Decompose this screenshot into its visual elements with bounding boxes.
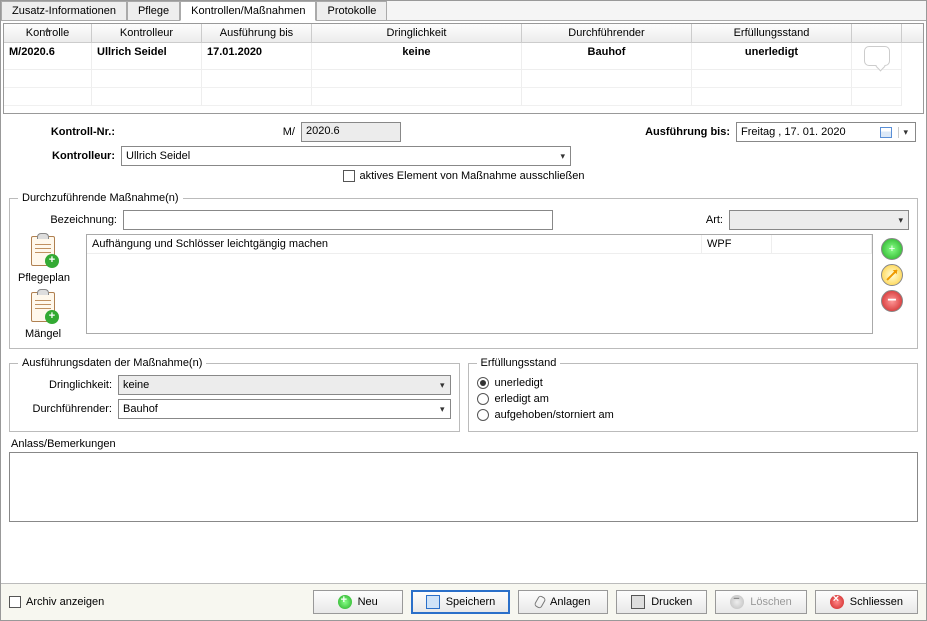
delete-icon (730, 595, 744, 609)
chevron-down-icon: ▾ (898, 127, 911, 138)
radio-icon (477, 393, 489, 405)
kontrollnr-field: 2020.6 (301, 122, 401, 142)
speichern-button[interactable]: Speichern (411, 590, 511, 614)
col-kontrolle[interactable]: ▲Kontrolle (4, 24, 92, 42)
comment-icon[interactable] (852, 43, 902, 70)
radio-erledigt[interactable]: erledigt am (477, 391, 910, 407)
save-icon (426, 595, 440, 609)
ausfuehrungsdaten-group: Ausführungsdaten der Maßnahme(n) Dringli… (9, 357, 460, 432)
col-comment (852, 24, 902, 42)
edit-button[interactable] (881, 264, 903, 286)
chevron-down-icon: ▾ (895, 215, 906, 226)
col-dringlichkeit[interactable]: Dringlichkeit (312, 24, 522, 42)
art-combo[interactable]: ▾ (729, 210, 909, 230)
kontrolleur-label: Kontrolleur: (11, 150, 121, 162)
radio-aufgehoben[interactable]: aufgehoben/storniert am (477, 407, 910, 423)
tab-bar: Zusatz-Informationen Pflege Kontrollen/M… (1, 1, 926, 21)
bezeichnung-label: Bezeichnung: (18, 214, 123, 226)
erfuellungsstand-legend: Erfüllungsstand (477, 357, 561, 369)
ausfuehrungsdaten-legend: Ausführungsdaten der Maßnahme(n) (18, 357, 206, 369)
remove-button[interactable]: − (881, 290, 903, 312)
table-row[interactable]: Aufhängung und Schlösser leichtgängig ma… (87, 235, 872, 254)
tab-pflege[interactable]: Pflege (127, 1, 180, 20)
tab-protokolle[interactable]: Protokolle (316, 1, 387, 20)
dringlichkeit-combo[interactable]: keine▾ (118, 375, 451, 395)
pflegeplan-button[interactable]: + Pflegeplan (18, 234, 68, 284)
schliessen-button[interactable]: Schliessen (815, 590, 918, 614)
dringlichkeit-label: Dringlichkeit: (18, 379, 118, 391)
chevron-down-icon: ▾ (557, 151, 568, 162)
anlass-textarea[interactable] (9, 452, 918, 522)
col-ausfuehrung[interactable]: Ausführung bis (202, 24, 312, 42)
kontrollnr-prefix: M/ (121, 126, 301, 138)
art-label: Art: (689, 214, 729, 226)
massnahmen-table[interactable]: Aufhängung und Schlösser leichtgängig ma… (86, 234, 873, 334)
durchfuehrender-combo[interactable]: Bauhof▾ (118, 399, 451, 419)
ausfuehrung-label: Ausführung bis: (626, 126, 736, 138)
massnahmen-group: Durchzuführende Maßnahme(n) Bezeichnung:… (9, 192, 918, 349)
kontrollnr-label: Kontroll-Nr.: (11, 126, 121, 138)
radio-icon (477, 409, 489, 421)
durchfuehrender-label: Durchführender: (18, 403, 118, 415)
add-button[interactable]: + (881, 238, 903, 260)
maengel-button[interactable]: + Mängel (18, 290, 68, 340)
neu-button[interactable]: Neu (313, 590, 403, 614)
exclude-label: aktives Element von Maßnahme ausschließe… (360, 170, 585, 182)
radio-unerledigt[interactable]: unerledigt (477, 375, 910, 391)
archiv-label: Archiv anzeigen (26, 596, 104, 608)
plus-icon (338, 595, 352, 609)
plus-icon: + (889, 243, 895, 255)
anlagen-button[interactable]: Anlagen (518, 590, 608, 614)
close-icon (830, 595, 844, 609)
kontrolleur-combo[interactable]: Ullrich Seidel ▾ (121, 146, 571, 166)
loeschen-button: Löschen (715, 590, 807, 614)
kontrollen-grid: ▲Kontrolle Kontrolleur Ausführung bis Dr… (3, 23, 924, 114)
calendar-icon (880, 127, 892, 138)
exclude-checkbox[interactable] (343, 170, 355, 182)
ausfuehrung-date[interactable]: Freitag , 17. 01. 2020 ▾ (736, 122, 916, 142)
print-icon (631, 595, 645, 609)
tab-kontrollen[interactable]: Kontrollen/Maßnahmen (180, 1, 316, 21)
archiv-checkbox[interactable] (9, 596, 21, 608)
col-durchfuehrender[interactable]: Durchführender (522, 24, 692, 42)
radio-icon (477, 377, 489, 389)
massnahmen-legend: Durchzuführende Maßnahme(n) (18, 192, 183, 204)
pencil-icon (886, 269, 897, 280)
col-erfuellung[interactable]: Erfüllungsstand (692, 24, 852, 42)
paperclip-icon (534, 595, 547, 609)
sort-asc-icon: ▲ (44, 25, 52, 34)
drucken-button[interactable]: Drucken (616, 590, 707, 614)
anlass-label: Anlass/Bemerkungen (1, 436, 926, 450)
bezeichnung-field[interactable] (123, 210, 553, 230)
table-row[interactable]: M/2020.6 Ullrich Seidel 17.01.2020 keine… (4, 43, 923, 70)
chevron-down-icon: ▾ (437, 380, 448, 391)
chevron-down-icon: ▾ (437, 404, 448, 415)
erfuellungsstand-group: Erfüllungsstand unerledigt erledigt am a… (468, 357, 919, 432)
col-kontrolleur[interactable]: Kontrolleur (92, 24, 202, 42)
minus-icon: − (887, 296, 896, 306)
tab-zusatz[interactable]: Zusatz-Informationen (1, 1, 127, 20)
